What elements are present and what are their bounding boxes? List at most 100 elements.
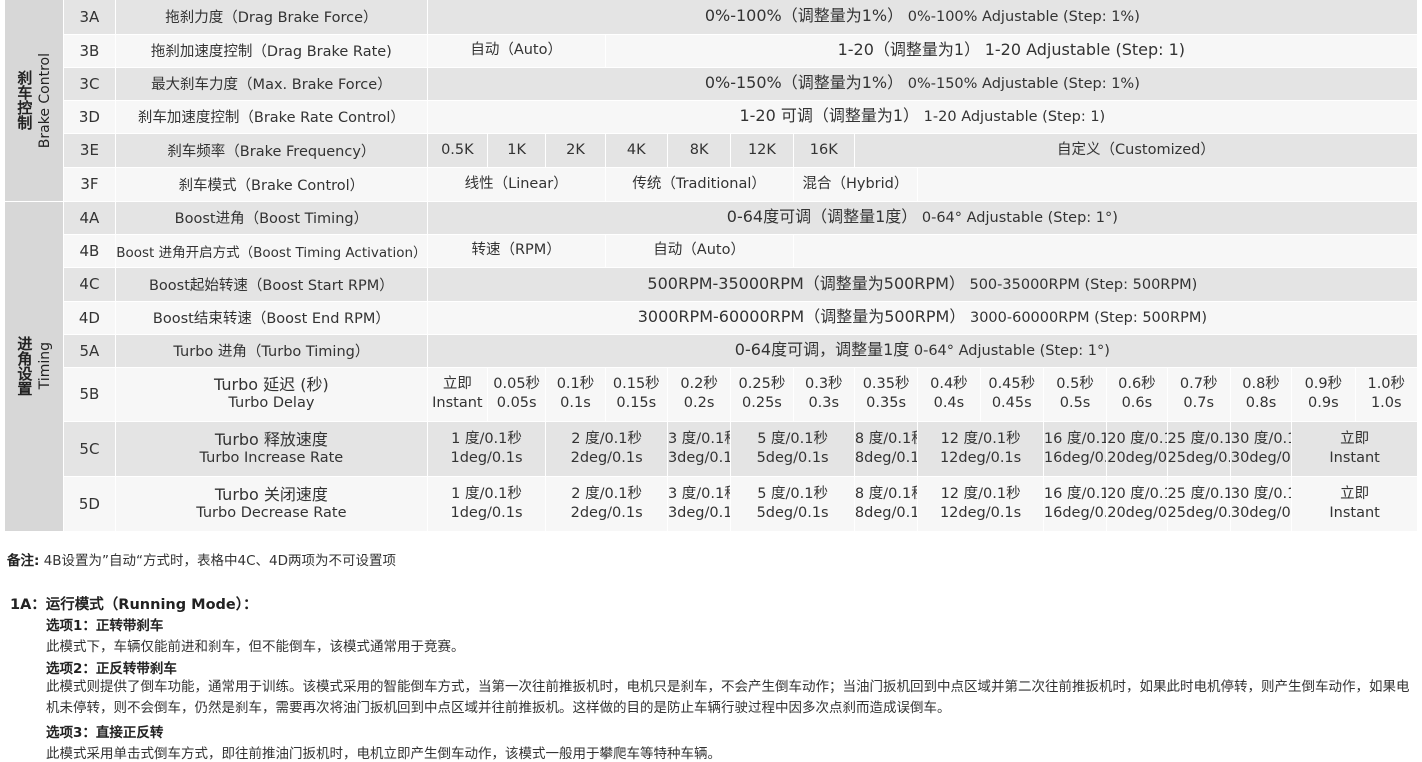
row-code: 3A (63, 0, 117, 35)
row-value: 0%-150%（调整量为1%） 0%-150% Adjustable (Step… (427, 67, 1419, 101)
opt-cn: 0.45秒 (988, 376, 1036, 392)
option1-text: 此模式下，车辆仅能前进和刹车，但不能倒车，该模式通常用于竞赛。 (46, 639, 465, 655)
parameter-table: 刹车控制 Brake Control 3A 拖刹力度（Drag Brake Fo… (5, 0, 1419, 532)
row-code: 3E (63, 133, 117, 168)
opt-en: 12deg/0.1s (939, 449, 1022, 466)
opt-cn: 5 度/0.1秒 (757, 485, 828, 502)
option-cell: 0.4秒 0.4s (917, 367, 981, 422)
opt-en: 3deg/0.1s (667, 504, 730, 521)
opt-en: 30deg/0.1s (1230, 504, 1291, 521)
opt-en: 8deg/0.1s (854, 504, 917, 521)
row-value: 500RPM-35000RPM（调整量为500RPM） 500-35000RPM… (427, 267, 1419, 302)
option-cell: 0.2秒 0.2s (667, 367, 732, 422)
value-cn: 0-64度可调（调整量1度） (726, 207, 918, 226)
name-cn: Turbo 释放速度 (214, 429, 328, 449)
option-cell: 20 度/0.1秒 20deg/0.1s (1106, 421, 1168, 477)
name-en: Turbo Delay (228, 395, 315, 411)
opt-cn: 20 度/0.1秒 (1107, 430, 1166, 447)
option-cell: 2 度/0.1秒 2deg/0.1s (545, 476, 668, 532)
option-cell: 立即 Instant (1291, 421, 1418, 477)
table-row: 5B Turbo 延迟 (秒) Turbo Delay 立即 Instant 0.… (5, 367, 1419, 422)
opt-cn: 3 度/0.1秒 (667, 485, 730, 502)
opt-cn: 3 度/0.1秒 (667, 430, 730, 447)
opt-en: 2deg/0.1s (570, 504, 643, 521)
row-name: 刹车加速度控制（Brake Rate Control） (115, 100, 428, 134)
option-cell: 8 度/0.1秒 8deg/0.1s (854, 476, 919, 532)
row-code: 3F (63, 167, 117, 202)
opt-cn: 0.15秒 (612, 376, 660, 392)
opt-en: 0.1s (560, 395, 591, 411)
option-cell: 3 度/0.1秒 3deg/0.1s (667, 476, 732, 532)
option-cell: 5 度/0.1秒 5deg/0.1s (730, 476, 855, 532)
name-en: Turbo Increase Rate (199, 449, 344, 466)
opt-en: 0.05s (496, 395, 537, 411)
row-name: Turbo 进角（Turbo Timing） (115, 334, 428, 368)
table-row: 3D 刹车加速度控制（Brake Rate Control） 1-20 可调（调… (5, 100, 1419, 134)
table-row: 进角设置 Timing 4A Boost进角（Boost Timing） 0-6… (5, 201, 1419, 532)
note-text: 4B设置为”自动“方式时，表格中4C、4D两项为不可设置项 (43, 553, 397, 569)
opt-cn: 0.3秒 (804, 376, 843, 392)
opt-cn: 立即 (1340, 485, 1370, 502)
option-cell: 线性（Linear） (427, 167, 606, 202)
opt-en: 0.25s (742, 395, 782, 411)
option-cell: 混合（Hybrid） (793, 167, 919, 202)
opt-en: 3deg/0.1s (667, 449, 730, 466)
opt-cn: 0.05秒 (493, 376, 541, 392)
row-value: 0-64度可调，调整量1度 0-64° Adjustable (Step: 1°… (427, 334, 1419, 368)
table-row: 4B Boost 进角开启方式（Boost Timing Activation）… (5, 234, 1419, 268)
opt-en: 2deg/0.1s (570, 449, 643, 466)
opt-cn: 1 度/0.1秒 (451, 485, 522, 502)
row-value: 1-20（调整量为1） 1-20 Adjustable (Step: 1) (605, 34, 1419, 68)
opt-cn: 1.0秒 (1367, 376, 1406, 392)
row-code: 5C (63, 421, 117, 477)
value-en: 0-64° Adjustable (Step: 1°) (921, 210, 1118, 226)
option-cell: 12 度/0.1秒 12deg/0.1s (917, 476, 1044, 532)
row-name: 刹车频率（Brake Frequency） (115, 133, 428, 168)
opt-en: 0.7s (1183, 395, 1215, 411)
empty-cell (793, 234, 1419, 268)
opt-en: 16deg/0.1s (1043, 504, 1106, 521)
opt-en: 0.35s (866, 395, 906, 411)
table-note: 备注: 4B设置为”自动“方式时，表格中4C、4D两项为不可设置项 (7, 549, 396, 569)
table-row: 3E 刹车频率（Brake Frequency） 0.5K 1K 2K 4K 8… (5, 133, 1419, 168)
option-cell: 自动（Auto） (605, 234, 794, 268)
option-cell: 8K (667, 133, 732, 168)
value-en: 0%-150% Adjustable (Step: 1%) (907, 76, 1140, 92)
opt-cn: 30 度/0.1秒 (1230, 430, 1291, 447)
row-code: 4D (63, 301, 117, 335)
option-cell: 转速（RPM） (427, 234, 606, 268)
row-code: 5A (63, 334, 117, 368)
row-name: 最大刹车力度（Max. Brake Force） (115, 67, 428, 101)
option-cell: 25 度/0.1秒 25deg/0.1s (1167, 476, 1231, 532)
opt-cn: 2 度/0.1秒 (571, 430, 643, 447)
value-cn: 1-20 可调（调整量为1） (739, 106, 920, 125)
table-row: 5D Turbo 关闭速度 Turbo Decrease Rate 1 度/0.… (5, 476, 1418, 532)
row-name: Turbo 延迟 (秒) Turbo Delay (115, 367, 428, 422)
value-cn: 1-20（调整量为1） (837, 40, 981, 59)
opt-en: 0.9s (1308, 395, 1339, 411)
option-cell: 12 度/0.1秒 12deg/0.1s (917, 421, 1044, 477)
option-cell: 0.3秒 0.3s (793, 367, 855, 422)
opt-en: 30deg/0.1s (1230, 449, 1291, 466)
option-cell: 30 度/0.1秒 30deg/0.1s (1230, 421, 1293, 477)
opt-cn: 30 度/0.1秒 (1230, 485, 1291, 502)
section-title: 1A：运行模式（Running Mode）： (10, 597, 258, 613)
value-en: 3000-60000RPM (Step: 500RPM) (969, 310, 1207, 326)
option-custom: 自定义（Customized） (854, 133, 1419, 168)
option-cell: 20 度/0.1秒 20deg/0.1s (1106, 476, 1168, 532)
opt-en: 20deg/0.1s (1107, 449, 1168, 466)
opt-en: 0.15s (616, 395, 657, 411)
option-cell: 0.45秒 0.45s (980, 367, 1044, 422)
row-name: Boost结束转速（Boost End RPM） (115, 301, 428, 335)
option-cell: 0.5K (427, 133, 489, 168)
opt-cn: 0.5秒 (1056, 376, 1094, 392)
row-value: 0-64度可调（调整量1度） 0-64° Adjustable (Step: 1… (427, 201, 1419, 235)
row-name: 拖刹加速度控制（Drag Brake Rate) (115, 34, 428, 68)
opt-cn: 0.35秒 (862, 376, 910, 392)
opt-cn: 5 度/0.1秒 (757, 430, 828, 447)
opt-en: 0.3s (808, 395, 840, 411)
option-cell: 0.9秒 0.9s (1291, 367, 1356, 422)
option-auto: 自动（Auto） (427, 34, 606, 68)
row-code: 5D (63, 476, 117, 532)
row-code: 4B (63, 234, 117, 268)
